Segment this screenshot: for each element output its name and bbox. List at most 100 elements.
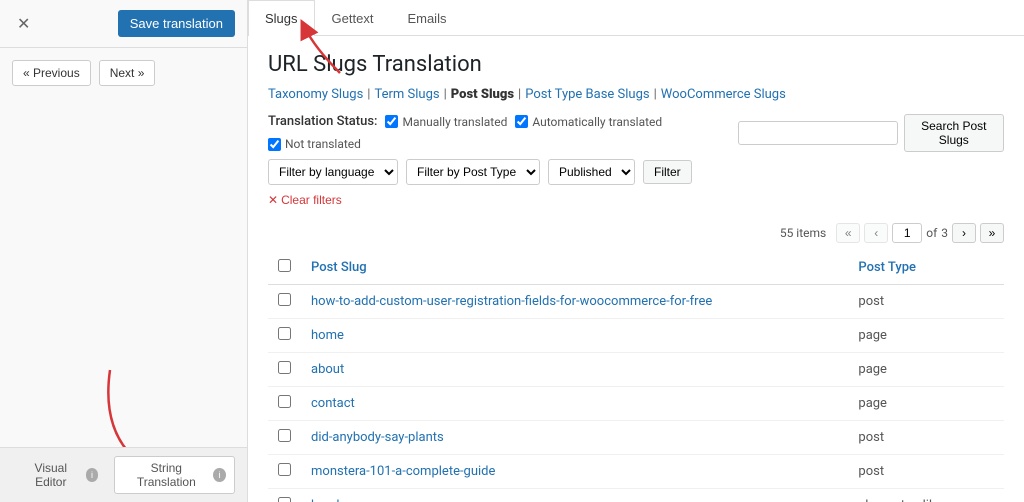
row-post-type-cell: post: [848, 285, 1004, 319]
table-row: how-to-add-custom-user-registration-fiel…: [268, 285, 1004, 319]
row-checkbox-2[interactable]: [278, 361, 291, 374]
visual-editor-info-icon: i: [86, 468, 99, 482]
main-content: URL Slugs Translation Taxonomy Slugs | T…: [248, 36, 1024, 502]
row-checkbox-cell: [268, 353, 301, 387]
row-checkbox-cell: [268, 285, 301, 319]
filter-button[interactable]: Filter: [643, 160, 692, 184]
select-all-checkbox[interactable]: [278, 259, 291, 272]
tab-slugs[interactable]: Slugs: [248, 0, 315, 36]
manually-translated-filter[interactable]: Manually translated: [385, 115, 507, 129]
row-slug-cell: did-anybody-say-plants: [301, 421, 848, 455]
slug-link-2[interactable]: about: [311, 362, 344, 377]
sub-nav: Taxonomy Slugs | Term Slugs | Post Slugs…: [268, 87, 1004, 102]
save-translation-button[interactable]: Save translation: [118, 10, 235, 37]
row-checkbox-cell: [268, 421, 301, 455]
sub-nav-term-slugs[interactable]: Term Slugs: [374, 87, 439, 102]
pagination-last-button[interactable]: »: [980, 223, 1004, 243]
row-checkbox-cell: [268, 489, 301, 502]
table-row: about page: [268, 353, 1004, 387]
pagination-of: of: [926, 226, 937, 240]
row-post-type-cell: page: [848, 319, 1004, 353]
tab-emails[interactable]: Emails: [390, 0, 463, 36]
row-checkbox-1[interactable]: [278, 327, 291, 340]
pagination-total: 55 items: [780, 226, 826, 240]
row-slug-cell: header: [301, 489, 848, 502]
row-slug-cell: contact: [301, 387, 848, 421]
sub-nav-post-slugs[interactable]: Post Slugs: [451, 87, 514, 102]
tab-gettext[interactable]: Gettext: [315, 0, 391, 36]
pagination-first-button[interactable]: «: [836, 223, 860, 243]
slug-link-6[interactable]: header: [311, 498, 351, 502]
left-panel-top: ✕ Save translation: [0, 0, 247, 48]
filter-by-post-type-select[interactable]: Filter by Post Type: [406, 159, 540, 185]
close-button[interactable]: ✕: [12, 12, 35, 36]
table-row: contact page: [268, 387, 1004, 421]
search-input[interactable]: [738, 121, 898, 145]
sub-nav-sep-3: |: [518, 87, 521, 102]
row-checkbox-cell: [268, 455, 301, 489]
clear-filters-button[interactable]: ✕ Clear filters: [268, 193, 342, 207]
row-post-type-cell: page: [848, 353, 1004, 387]
automatically-translated-filter[interactable]: Automatically translated: [515, 115, 662, 129]
string-translation-label: String Translation: [123, 461, 209, 489]
row-checkbox-5[interactable]: [278, 463, 291, 476]
slug-link-0[interactable]: how-to-add-custom-user-registration-fiel…: [311, 294, 712, 309]
filter-by-language-select[interactable]: Filter by language: [268, 159, 398, 185]
table-header-checkbox: [268, 251, 301, 285]
manually-translated-checkbox[interactable]: [385, 115, 398, 128]
sub-nav-taxonomy-slugs[interactable]: Taxonomy Slugs: [268, 87, 363, 102]
left-nav: « Previous Next »: [0, 48, 247, 98]
pagination-row: 55 items « ‹ of 3 › »: [268, 223, 1004, 243]
next-button[interactable]: Next »: [99, 60, 156, 86]
sub-nav-sep-1: |: [367, 87, 370, 102]
table-row: home page: [268, 319, 1004, 353]
string-translation-tab[interactable]: String Translation i: [114, 456, 235, 494]
table-header-post-type: Post Type: [848, 251, 1004, 285]
row-checkbox-3[interactable]: [278, 395, 291, 408]
visual-editor-tab[interactable]: Visual Editor i: [12, 457, 106, 493]
dropdown-filters-row: Filter by language Filter by Post Type P…: [268, 159, 738, 207]
automatically-translated-checkbox[interactable]: [515, 115, 528, 128]
right-panel: Slugs Gettext Emails URL Slugs Translati…: [248, 0, 1024, 502]
sub-nav-post-type-base-slugs[interactable]: Post Type Base Slugs: [525, 87, 649, 102]
search-post-slugs-button[interactable]: Search Post Slugs: [904, 114, 1004, 152]
row-slug-cell: monstera-101-a-complete-guide: [301, 455, 848, 489]
not-translated-filter[interactable]: Not translated: [268, 137, 361, 151]
string-translation-info-icon: i: [213, 468, 226, 482]
row-checkbox-6[interactable]: [278, 497, 291, 502]
slug-link-3[interactable]: contact: [311, 396, 355, 411]
row-checkbox-0[interactable]: [278, 293, 291, 306]
slug-link-4[interactable]: did-anybody-say-plants: [311, 430, 444, 445]
translation-status-row: Translation Status: Manually translated …: [268, 114, 738, 151]
left-panel-bottom: Visual Editor i String Translation i: [0, 447, 247, 502]
table-row: header elementor_library: [268, 489, 1004, 502]
pagination-next-button[interactable]: ›: [952, 223, 976, 243]
search-row: Search Post Slugs: [738, 114, 1004, 152]
table-header-post-slug: Post Slug: [301, 251, 848, 285]
left-panel: ✕ Save translation « Previous Next » Vis…: [0, 0, 248, 502]
row-slug-cell: how-to-add-custom-user-registration-fiel…: [301, 285, 848, 319]
sub-nav-sep-2: |: [444, 87, 447, 102]
pagination-prev-button[interactable]: ‹: [864, 223, 888, 243]
sub-nav-woocommerce-slugs[interactable]: WooCommerce Slugs: [661, 87, 786, 102]
table-row: did-anybody-say-plants post: [268, 421, 1004, 455]
translation-status-label: Translation Status:: [268, 114, 377, 129]
row-checkbox-4[interactable]: [278, 429, 291, 442]
row-slug-cell: about: [301, 353, 848, 387]
prev-button[interactable]: « Previous: [12, 60, 91, 86]
row-post-type-cell: post: [848, 455, 1004, 489]
clear-filters-label: Clear filters: [281, 193, 342, 207]
row-post-type-cell: post: [848, 421, 1004, 455]
not-translated-checkbox[interactable]: [268, 138, 281, 151]
tabs-bar: Slugs Gettext Emails: [248, 0, 1024, 36]
slug-link-5[interactable]: monstera-101-a-complete-guide: [311, 464, 495, 479]
table-row: monstera-101-a-complete-guide post: [268, 455, 1004, 489]
row-checkbox-cell: [268, 319, 301, 353]
slug-link-1[interactable]: home: [311, 328, 344, 343]
slugs-table: Post Slug Post Type how-to-add-custom-us…: [268, 251, 1004, 502]
clear-icon: ✕: [268, 193, 278, 207]
row-checkbox-cell: [268, 387, 301, 421]
filter-by-status-select[interactable]: Published: [548, 159, 635, 185]
pagination-page-input[interactable]: [892, 223, 922, 243]
row-slug-cell: home: [301, 319, 848, 353]
